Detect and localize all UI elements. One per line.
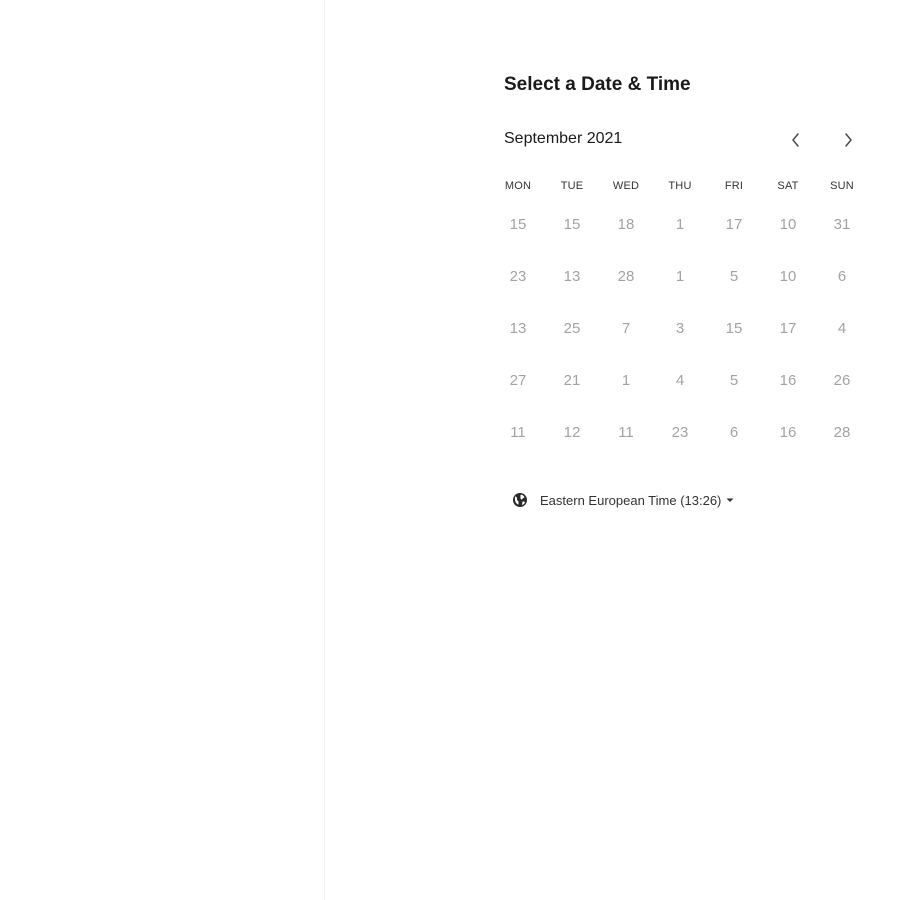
calendar-day: 7 — [621, 319, 631, 337]
calendar-day: 23 — [671, 423, 689, 441]
month-label: September 2021 — [504, 130, 623, 147]
weekday-label: SUN — [830, 180, 854, 192]
caret-down-icon — [726, 498, 734, 502]
calendar-day: 15 — [509, 215, 527, 233]
calendar-day: 15 — [563, 215, 581, 233]
calendar-day: 23 — [509, 267, 527, 285]
globe-icon — [513, 493, 527, 507]
previous-month-button[interactable] — [784, 128, 808, 152]
weekday-label: TUE — [560, 180, 584, 192]
calendar-day: 25 — [563, 319, 581, 337]
left-panel — [0, 0, 325, 900]
calendar-day: 31 — [833, 215, 851, 233]
calendar-day: 21 — [563, 371, 581, 389]
calendar-day: 18 — [617, 215, 635, 233]
next-month-button[interactable] — [836, 128, 860, 152]
calendar-day: 28 — [617, 267, 635, 285]
calendar-day: 5 — [729, 267, 739, 285]
chevron-right-icon — [845, 133, 852, 147]
calendar-day: 1 — [675, 215, 685, 233]
weekday-label: MON — [504, 180, 532, 192]
calendar-day: 28 — [833, 423, 851, 441]
calendar-day: 15 — [725, 319, 743, 337]
weekday-label: WED — [612, 180, 640, 192]
timezone-selector[interactable]: Eastern European Time (13:26) — [512, 492, 734, 508]
calendar-day: 6 — [729, 423, 739, 441]
calendar-day: 17 — [779, 319, 797, 337]
chevron-left-icon — [792, 133, 799, 147]
calendar-day: 13 — [563, 267, 581, 285]
date-time-picker: Select a Date & Time September 2021 MON … — [504, 0, 876, 900]
weekday-label: FRI — [724, 180, 744, 192]
calendar-day: 26 — [833, 371, 851, 389]
calendar-day: 27 — [509, 371, 527, 389]
calendar-day: 13 — [509, 319, 527, 337]
weekday-label: SAT — [777, 180, 799, 192]
calendar-day: 11 — [618, 423, 634, 441]
calendar-day: 6 — [837, 267, 847, 285]
calendar-day: 16 — [779, 371, 797, 389]
weekday-header: MON TUE WED THU FRI SAT SUN — [491, 180, 869, 192]
calendar-day: 3 — [675, 319, 685, 337]
calendar-day: 4 — [675, 371, 685, 389]
calendar-day: 1 — [675, 267, 685, 285]
calendar-day: 4 — [837, 319, 847, 337]
calendar-day: 10 — [779, 215, 797, 233]
calendar-day: 16 — [779, 423, 797, 441]
calendar-day: 17 — [725, 215, 743, 233]
calendar-day: 5 — [729, 371, 739, 389]
page-title: Select a Date & Time — [504, 74, 691, 95]
calendar-day: 1 — [621, 371, 631, 389]
calendar-day: 10 — [779, 267, 797, 285]
calendar-grid: 15 15 18 1 17 10 31 23 13 28 1 5 10 6 13… — [491, 198, 869, 458]
weekday-label: THU — [668, 180, 692, 192]
calendar-day: 12 — [563, 423, 581, 441]
calendar-day: 11 — [510, 423, 526, 441]
timezone-label: Eastern European Time (13:26) — [540, 492, 722, 508]
